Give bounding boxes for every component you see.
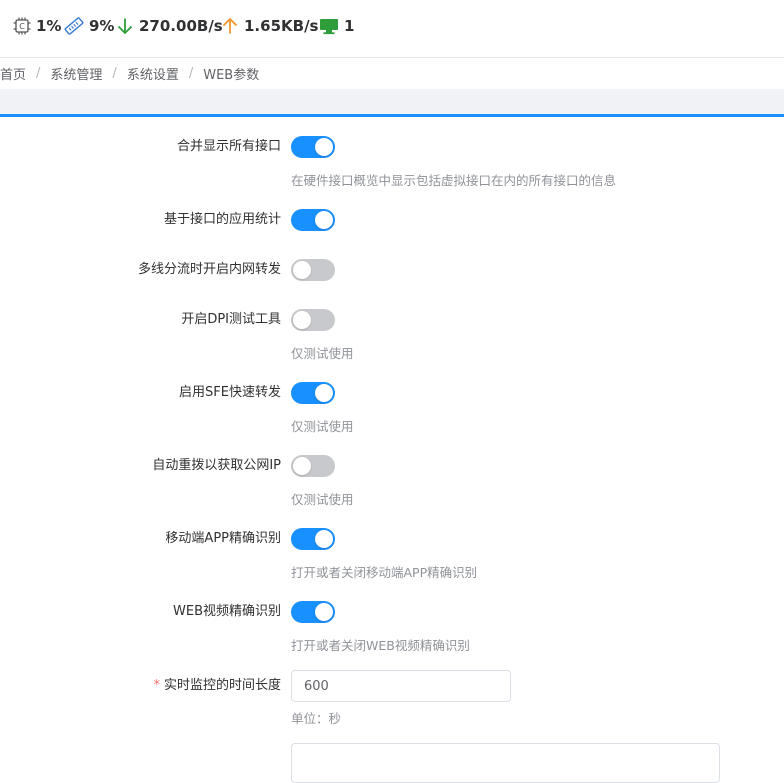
breadcrumb-separator: / bbox=[36, 65, 41, 81]
cpu-icon: C bbox=[12, 16, 32, 36]
switch-knob bbox=[293, 457, 311, 475]
setting-hint-auto-redial: 仅测试使用 bbox=[291, 492, 354, 507]
arrow-up-icon bbox=[220, 16, 240, 36]
setting-label-auto-redial: 自动重拨以获取公网IP bbox=[152, 458, 281, 473]
breadcrumb: 首页 / 系统管理 / 系统设置 / WEB参数 bbox=[0, 62, 259, 84]
switch-interface-app-stats[interactable] bbox=[291, 209, 335, 231]
switch-mobile-app-recognition[interactable] bbox=[291, 528, 335, 550]
switch-knob bbox=[315, 603, 333, 621]
setting-hint-mobile-app-recognition: 打开或者关闭移动端APP精确识别 bbox=[291, 565, 478, 580]
breadcrumb-system-management[interactable]: 系统管理 bbox=[50, 64, 102, 83]
setting-label-dpi-test-tool: 开启DPI测试工具 bbox=[181, 312, 281, 327]
tab-strip bbox=[0, 89, 784, 114]
setting-hint-web-video-recognition: 打开或者关闭WEB视频精确识别 bbox=[291, 638, 470, 653]
monitor-duration-label: * 实时监控的时间长度 bbox=[153, 675, 281, 697]
accent-bar bbox=[0, 114, 784, 117]
setting-label-merge-interfaces: 合并显示所有接口 bbox=[176, 139, 281, 154]
setting-hint-sfe-forwarding: 仅测试使用 bbox=[291, 419, 354, 434]
memory-stat: 9% bbox=[63, 14, 114, 38]
breadcrumb-home[interactable]: 首页 bbox=[0, 64, 26, 83]
setting-label-sfe-forwarding: 启用SFE快速转发 bbox=[179, 385, 281, 400]
switch-knob bbox=[315, 211, 333, 229]
breadcrumb-separator: / bbox=[188, 65, 194, 81]
switch-auto-redial[interactable] bbox=[291, 455, 335, 477]
cpu-stat: C 1% bbox=[12, 14, 61, 38]
setting-hint-merge-interfaces: 在硬件接口概览中显示包括虚拟接口在内的所有接口的信息 bbox=[291, 173, 617, 188]
upload-stat: 1.65KB/s bbox=[220, 14, 318, 38]
breadcrumb-current: WEB参数 bbox=[203, 67, 260, 83]
arrow-down-icon bbox=[115, 16, 135, 36]
required-mark: * bbox=[153, 678, 160, 693]
switch-lan-forwarding[interactable] bbox=[291, 259, 335, 281]
switch-merge-interfaces[interactable] bbox=[291, 136, 335, 158]
setting-hint-dpi-test-tool: 仅测试使用 bbox=[291, 346, 354, 361]
next-field-input[interactable] bbox=[291, 743, 720, 783]
cpu-value: 1% bbox=[36, 17, 62, 35]
terminal-stat: 1 bbox=[318, 14, 354, 38]
setting-label-mobile-app-recognition: 移动端APP精确识别 bbox=[165, 531, 281, 546]
monitor-duration-label-text: 实时监控的时间长度 bbox=[163, 678, 281, 693]
download-value: 270.00B/s bbox=[139, 17, 223, 35]
monitor-duration-input[interactable] bbox=[291, 670, 511, 702]
switch-knob bbox=[315, 530, 333, 548]
switch-sfe-forwarding[interactable] bbox=[291, 382, 335, 404]
setting-label-lan-forwarding: 多线分流时开启内网转发 bbox=[137, 262, 281, 277]
setting-label-interface-app-stats: 基于接口的应用统计 bbox=[163, 212, 281, 227]
memory-value: 9% bbox=[89, 17, 115, 35]
switch-knob bbox=[315, 384, 333, 402]
switch-web-video-recognition[interactable] bbox=[291, 601, 335, 623]
status-bar: C 1% 9% 270.00B/s 1.65KB/s 1 bbox=[0, 0, 784, 58]
switch-dpi-test-tool[interactable] bbox=[291, 309, 335, 331]
switch-knob bbox=[293, 311, 311, 329]
terminal-count: 1 bbox=[344, 17, 355, 35]
breadcrumb-system-settings[interactable]: 系统设置 bbox=[127, 64, 179, 83]
setting-label-web-video-recognition: WEB视频精确识别 bbox=[173, 604, 281, 619]
download-stat: 270.00B/s bbox=[115, 14, 223, 38]
switch-knob bbox=[315, 138, 333, 156]
monitor-duration-unit-hint: 单位：秒 bbox=[291, 711, 342, 726]
breadcrumb-separator: / bbox=[112, 65, 117, 81]
svg-text:C: C bbox=[19, 22, 25, 31]
switch-knob bbox=[293, 261, 311, 279]
monitor-icon bbox=[318, 16, 340, 36]
upload-value: 1.65KB/s bbox=[244, 17, 319, 35]
memory-icon bbox=[63, 15, 85, 37]
